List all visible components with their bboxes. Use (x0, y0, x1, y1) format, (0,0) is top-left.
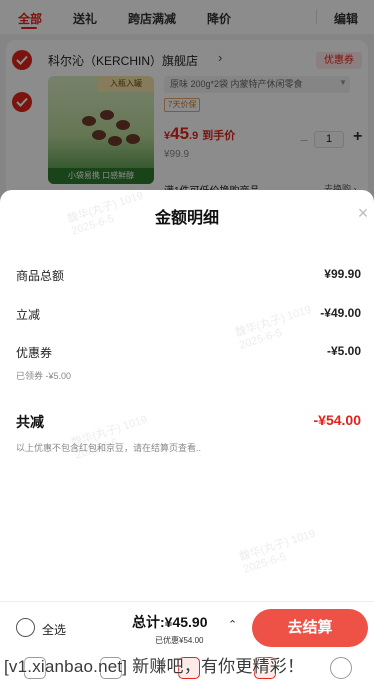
select-all-radio[interactable] (16, 618, 35, 637)
checkout-bar: 全选 总计:¥45.90 ⌃ 已优惠¥54.00 去结算 (0, 601, 374, 653)
watermark: 馥华(丸子) 1019 2025-6-5 (238, 528, 321, 577)
forum-watermark: [v1.xianbao.net] 新赚吧，有你更精彩！ (4, 657, 305, 676)
total-discount-label: 共减 (16, 414, 44, 430)
coupon-sub-note: 已领券 -¥5.00 (16, 371, 72, 381)
chevron-up-icon[interactable]: ⌃ (228, 618, 237, 631)
coupon-value: -¥5.00 (326, 344, 361, 358)
watermark: 馥华(丸子) 1019 2025-6-5 (234, 304, 317, 353)
subtotal-label: 商品总额 (16, 269, 65, 283)
profile-tab-icon[interactable] (330, 657, 352, 679)
coupon-label: 优惠券 (16, 346, 53, 360)
checkout-total[interactable]: 总计:¥45.90 (132, 612, 207, 632)
subtotal-value: ¥99.90 (324, 267, 361, 281)
instant-discount-value: -¥49.00 (320, 306, 361, 320)
total-discount-value: -¥54.00 (313, 412, 361, 428)
sheet-title: 金额明细 (154, 210, 219, 227)
instant-discount-label: 立减 (16, 308, 41, 322)
checkout-button[interactable]: 去结算 (252, 609, 368, 647)
watermark: 馥华(丸子) 1019 2025-6-5 (70, 414, 153, 463)
select-all-label[interactable]: 全选 (42, 621, 66, 638)
checkout-discount-note: 已优惠¥54.00 (155, 636, 204, 645)
watermark: 馥华(丸子) 1019 2025-6-5 (66, 190, 149, 239)
close-icon[interactable]: × (354, 204, 372, 222)
